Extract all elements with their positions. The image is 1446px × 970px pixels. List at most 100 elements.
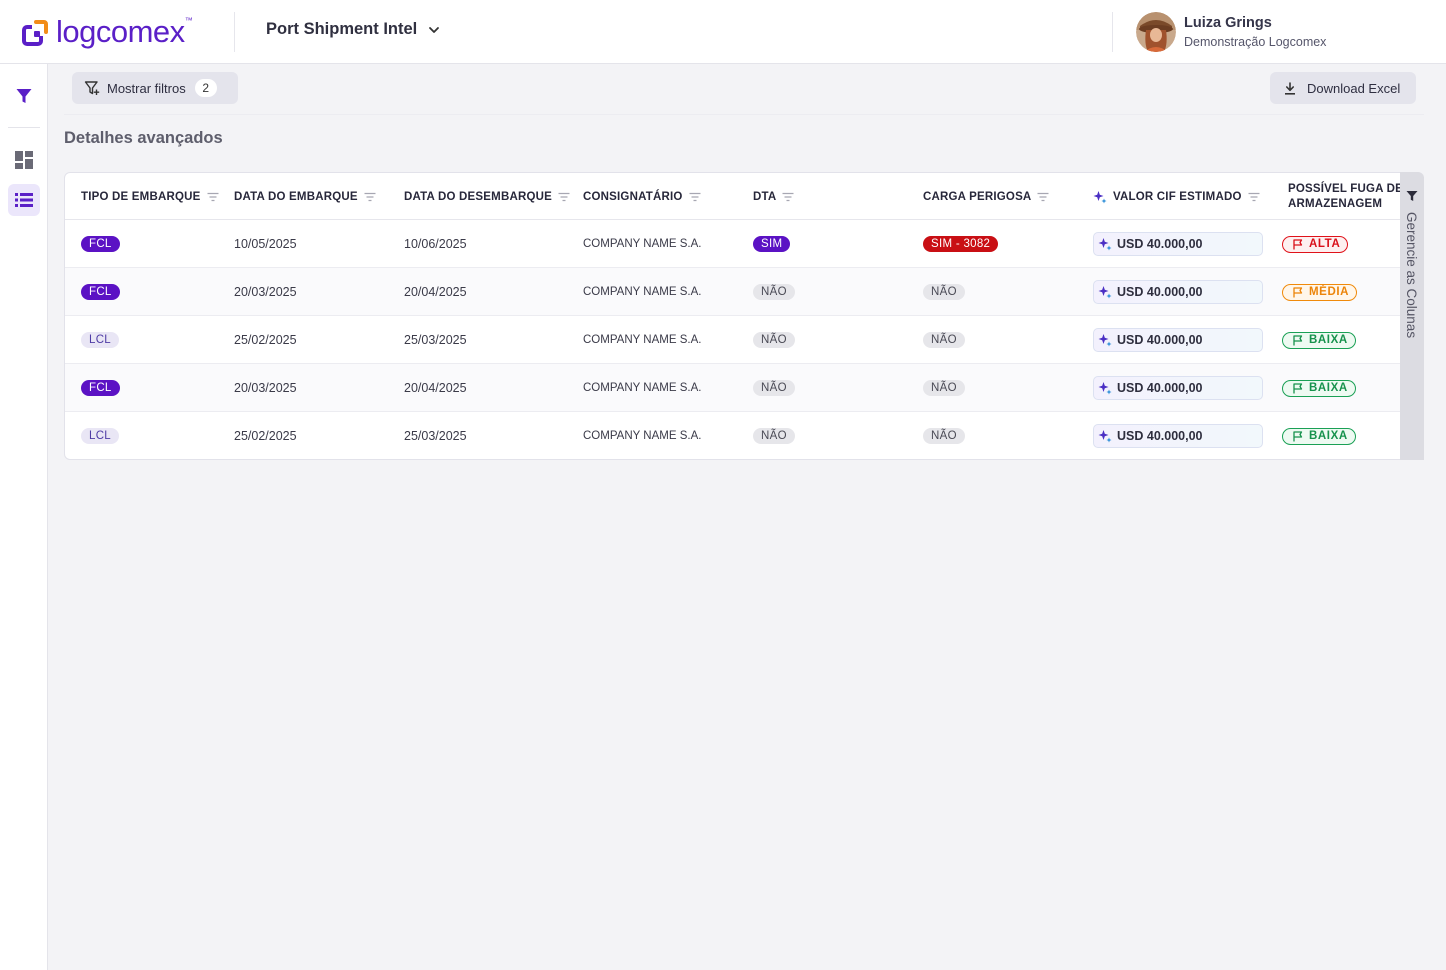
cell-consignatario: COMPANY NAME S.A.	[583, 430, 702, 442]
sort-icon[interactable]	[364, 192, 376, 202]
cell-dta: SIM	[753, 220, 791, 268]
show-filters-button[interactable]: Mostrar filtros 2	[72, 72, 238, 104]
dta-badge: NÃO	[753, 284, 795, 300]
column-header-possivel-fuga[interactable]: POSSÍVEL FUGA DE ARMAZENAGEM	[1282, 173, 1401, 220]
table-row[interactable]: FCL 20/03/2025 20/04/2025 COMPANY NAME S…	[65, 268, 1401, 316]
cif-value-box: USD 40.000,00	[1093, 280, 1263, 304]
sidebar-item-dashboard[interactable]	[8, 144, 40, 176]
dangerous-cargo-badge: SIM - 3082	[923, 236, 999, 252]
filter-icon	[1406, 191, 1418, 201]
sort-icon[interactable]	[1037, 192, 1049, 202]
cell-dta: NÃO	[753, 316, 795, 364]
sort-icon[interactable]	[782, 192, 794, 202]
column-header-valor-cif[interactable]: VALOR CIF ESTIMADO	[1093, 173, 1260, 220]
cell-tipo: FCL	[81, 220, 120, 268]
cell-tipo: FCL	[81, 268, 120, 316]
shipment-type-badge: LCL	[81, 332, 119, 348]
flag-icon	[1293, 430, 1303, 441]
sidebar-divider	[8, 127, 40, 128]
cell-data-desembarque: 10/06/2025	[404, 237, 467, 251]
cif-value-box: USD 40.000,00	[1093, 328, 1263, 352]
cell-valor-cif: USD 40.000,00	[1093, 412, 1263, 459]
column-header-label: POSSÍVEL FUGA DE ARMAZENAGEM	[1288, 182, 1401, 212]
cell-data-desembarque: 25/03/2025	[404, 333, 467, 347]
filters-count-badge: 2	[194, 79, 217, 97]
cif-value-box: USD 40.000,00	[1093, 424, 1263, 448]
product-name: Port Shipment Intel	[266, 20, 418, 38]
cell-data-embarque: 25/02/2025	[234, 333, 297, 347]
table-row[interactable]: FCL 20/03/2025 20/04/2025 COMPANY NAME S…	[65, 364, 1401, 412]
risk-badge-alta: ALTA	[1282, 235, 1349, 253]
flag-icon	[1293, 334, 1303, 345]
risk-label: BAIXA	[1309, 382, 1348, 394]
ai-sparkle-icon	[1098, 430, 1112, 443]
cell-valor-cif: USD 40.000,00	[1093, 268, 1263, 316]
sort-icon[interactable]	[689, 192, 701, 202]
user-menu[interactable]: Luiza Grings Demonstração Logcomex	[1136, 12, 1326, 52]
cell-valor-cif: USD 40.000,00	[1093, 220, 1263, 268]
logcomex-logo[interactable]: logcomex ™	[22, 12, 193, 52]
table-row[interactable]: LCL 25/02/2025 25/03/2025 COMPANY NAME S…	[65, 412, 1401, 459]
column-header-label-line: ARMAZENAGEM	[1288, 197, 1383, 210]
column-header-data-embarque[interactable]: DATA DO EMBARQUE	[234, 173, 376, 220]
column-header-label: CONSIGNATÁRIO	[583, 190, 683, 203]
cell-dta: NÃO	[753, 364, 795, 412]
dangerous-cargo-badge: NÃO	[923, 284, 965, 300]
column-header-label: DTA	[753, 190, 777, 203]
column-header-label-line: POSSÍVEL FUGA DE	[1288, 182, 1401, 195]
column-header-label: VALOR CIF ESTIMADO	[1113, 190, 1242, 203]
column-header-consignatario[interactable]: CONSIGNATÁRIO	[583, 173, 701, 220]
sidebar-item-filters[interactable]	[8, 80, 40, 112]
cell-valor-cif: USD 40.000,00	[1093, 364, 1263, 412]
cell-dta: NÃO	[753, 412, 795, 459]
left-sidebar	[0, 64, 48, 970]
column-header-data-desembarque[interactable]: DATA DO DESEMBARQUE	[404, 173, 570, 220]
ai-sparkle-icon	[1098, 286, 1112, 299]
cell-data-embarque: 25/02/2025	[234, 429, 297, 443]
cell-valor-cif: USD 40.000,00	[1093, 316, 1263, 364]
ai-sparkle-icon	[1098, 238, 1112, 251]
cell-data-desembarque: 25/03/2025	[404, 429, 467, 443]
dangerous-cargo-badge: NÃO	[923, 332, 965, 348]
ai-sparkle-icon	[1098, 334, 1112, 347]
column-header-tipo-embarque[interactable]: TIPO DE EMBARQUE	[81, 173, 219, 220]
column-header-carga-perigosa[interactable]: CARGA PERIGOSA	[923, 173, 1049, 220]
risk-badge-baixa: BAIXA	[1282, 331, 1356, 349]
sort-icon[interactable]	[558, 192, 570, 202]
cell-data-embarque: 10/05/2025	[234, 237, 297, 251]
avatar	[1136, 12, 1176, 52]
cif-value: USD 40.000,00	[1117, 285, 1203, 299]
cell-data-embarque: 20/03/2025	[234, 285, 297, 299]
cell-dta: NÃO	[753, 268, 795, 316]
table-row[interactable]: LCL 25/02/2025 25/03/2025 COMPANY NAME S…	[65, 316, 1401, 364]
cell-consignatario: COMPANY NAME S.A.	[583, 334, 702, 346]
download-excel-button[interactable]: Download Excel	[1270, 72, 1416, 104]
cell-tipo: LCL	[81, 316, 119, 364]
cell-carga-perigosa: NÃO	[923, 364, 965, 412]
sort-icon[interactable]	[1248, 192, 1260, 202]
risk-label: MÉDIA	[1309, 286, 1350, 298]
table-row[interactable]: FCL 10/05/2025 10/06/2025 COMPANY NAME S…	[65, 220, 1401, 268]
product-selector[interactable]: Port Shipment Intel	[266, 20, 441, 39]
shipment-type-badge: FCL	[81, 236, 120, 252]
risk-label: BAIXA	[1309, 430, 1348, 442]
top-header: logcomex ™ Port Shipment Intel Luiza Gri…	[0, 0, 1446, 64]
column-header-dta[interactable]: DTA	[753, 173, 794, 220]
logo-text: logcomex	[56, 14, 185, 49]
cell-carga-perigosa: NÃO	[923, 412, 965, 459]
manage-columns-panel[interactable]: Gerencie as Colunas	[1400, 172, 1424, 460]
sidebar-item-list-view[interactable]	[8, 184, 40, 216]
show-filters-label: Mostrar filtros	[107, 80, 186, 96]
column-header-label: DATA DO DESEMBARQUE	[404, 190, 552, 203]
shipments-table: TIPO DE EMBARQUE DATA DO EMBARQUE DATA D…	[64, 172, 1416, 460]
cell-tipo: LCL	[81, 412, 119, 459]
sort-icon[interactable]	[207, 192, 219, 202]
dashboard-icon	[15, 151, 33, 169]
ai-sparkle-icon	[1098, 382, 1112, 395]
user-organization: Demonstração Logcomex	[1184, 35, 1327, 49]
header-divider	[234, 12, 235, 52]
column-header-label: TIPO DE EMBARQUE	[81, 190, 201, 203]
cell-carga-perigosa: NÃO	[923, 268, 965, 316]
cif-value-box: USD 40.000,00	[1093, 376, 1263, 400]
cif-value: USD 40.000,00	[1117, 237, 1203, 251]
